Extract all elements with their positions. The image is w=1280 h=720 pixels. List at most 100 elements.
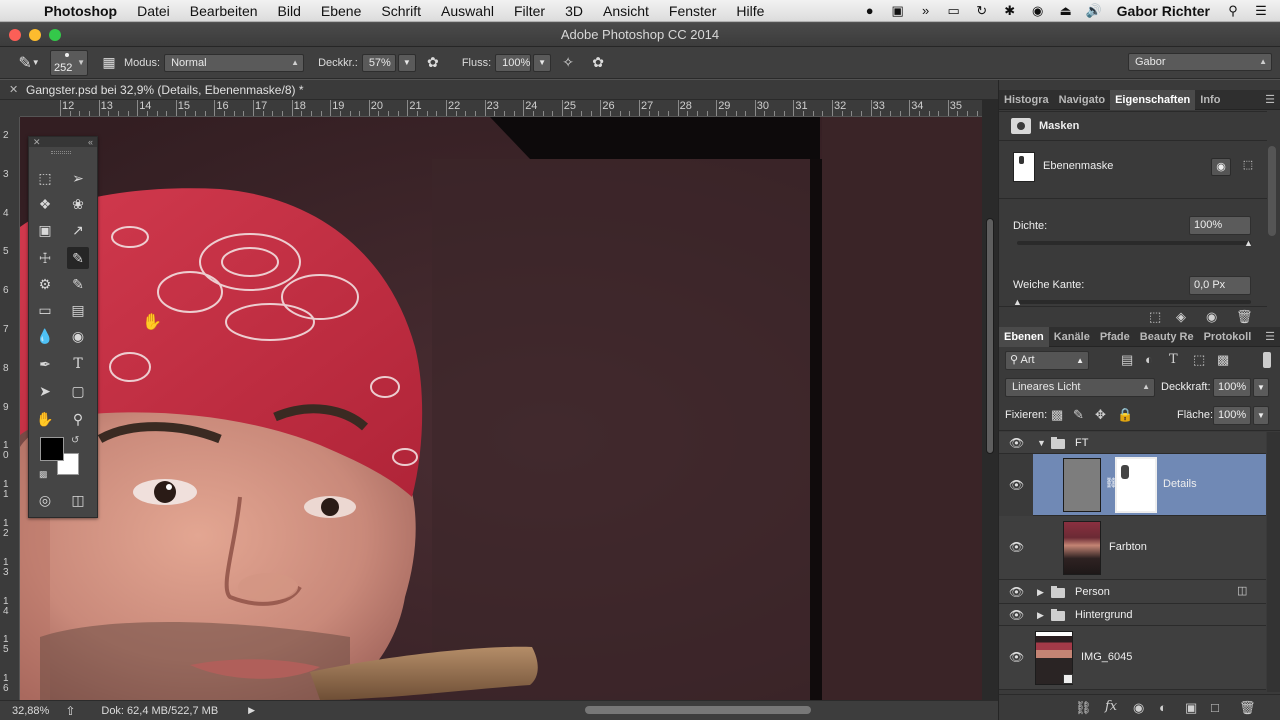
wifi-icon[interactable]: ◉ <box>1029 3 1047 19</box>
rectangle-tool-icon[interactable]: ▢ <box>67 380 89 402</box>
horizontal-ruler[interactable]: 12 13 14 15 16 17 18 19 20 21 22 23 24 25 26 27 28 29 30 31… <box>20 100 982 117</box>
menu-ebene[interactable]: Ebene <box>311 3 371 19</box>
collapse-toolbox-icon[interactable]: « <box>88 137 93 147</box>
tab-histogram[interactable]: Histogra <box>999 90 1054 110</box>
pressure-size-icon[interactable]: ✿ <box>587 52 609 74</box>
tab-navigator[interactable]: Navigato <box>1054 90 1110 110</box>
crop-tool-icon[interactable]: ▣ <box>34 219 56 241</box>
expand-group-icon[interactable]: ▶ <box>1037 587 1044 598</box>
visibility-eye-icon[interactable]: 👁 <box>1009 608 1024 622</box>
new-adjustment-layer-icon[interactable]: ◐ <box>1159 700 1167 715</box>
foreground-color-swatch[interactable] <box>40 437 64 461</box>
hand-tool-icon[interactable]: ✋ <box>34 408 56 430</box>
quick-selection-tool-icon[interactable]: ❀ <box>67 193 89 215</box>
tab-info[interactable]: Info <box>1195 90 1225 110</box>
new-group-icon[interactable]: ▣ <box>1185 700 1197 716</box>
layer-opacity-dropdown[interactable]: ▼ <box>1253 378 1269 397</box>
tab-beauty-retouch[interactable]: Beauty Re <box>1135 327 1199 347</box>
visibility-eye-icon[interactable]: 👁 <box>1009 436 1024 450</box>
menu-3d[interactable]: 3D <box>555 3 593 19</box>
mode-select[interactable]: Normal ▲ <box>164 53 305 72</box>
path-selection-tool-icon[interactable]: ➤ <box>34 380 56 402</box>
opacity-dropdown[interactable]: ▼ <box>397 53 416 72</box>
add-layer-mask-icon[interactable]: ◉ <box>1133 700 1144 716</box>
layer-row-ft[interactable]: 👁 ▼ FT <box>999 432 1266 454</box>
layer-row-hintergrund[interactable]: 👁 ▶ Hintergrund <box>999 604 1266 626</box>
layer-mask-thumbnail[interactable] <box>1013 152 1035 182</box>
layer-style-fx-icon[interactable]: fx <box>1105 699 1117 714</box>
layer-thumbnail[interactable] <box>1063 458 1101 512</box>
status-menu-arrow-icon[interactable]: ▶ <box>248 705 255 716</box>
gradient-tool-icon[interactable]: ▤ <box>67 299 89 321</box>
disable-mask-icon[interactable]: ◉ <box>1206 309 1217 325</box>
spotlight-search-icon[interactable]: ⚲ <box>1224 3 1242 19</box>
layers-panel-menu-icon[interactable]: ☰ <box>1265 330 1280 343</box>
document-canvas[interactable]: ✋ <box>20 117 982 700</box>
filter-smart-object-icon[interactable]: ▩ <box>1217 352 1229 368</box>
marquee-tool-icon[interactable]: ⬚ <box>34 167 56 189</box>
move-tool-icon[interactable]: ➢ <box>67 167 89 189</box>
filter-pixel-icon[interactable]: ▤ <box>1121 352 1133 368</box>
lock-pixels-icon[interactable]: ✎ <box>1073 407 1084 423</box>
visibility-eye-icon[interactable]: 👁 <box>1009 650 1024 664</box>
healing-brush-tool-icon[interactable]: ☩ <box>34 247 56 269</box>
brush-tool-preset-icon[interactable]: ✎ ▼ <box>10 52 48 74</box>
workspace-select[interactable]: Gabor ▲ <box>1128 53 1272 71</box>
link-layers-icon[interactable]: ⛓ <box>1075 700 1092 716</box>
layer-link-icon[interactable]: ◫ <box>1237 584 1247 597</box>
filter-toggle[interactable] <box>1263 352 1271 368</box>
tab-properties[interactable]: Eigenschaften <box>1110 89 1196 110</box>
filter-adjustment-icon[interactable]: ◐ <box>1145 352 1153 367</box>
zoom-tool-icon[interactable]: ⚲ <box>67 408 89 430</box>
lock-transparency-icon[interactable]: ▩ <box>1051 407 1063 423</box>
dodge-tool-icon[interactable]: ◉ <box>67 325 89 347</box>
toolbox-grip[interactable] <box>51 151 71 154</box>
add-vector-mask-button[interactable]: ⬚ <box>1239 158 1257 176</box>
horizontal-scroll-thumb[interactable] <box>585 706 811 714</box>
time-machine-icon[interactable]: ↻ <box>973 3 991 19</box>
close-document-icon[interactable]: ✕ <box>9 80 18 100</box>
type-tool-icon[interactable]: T <box>67 353 89 375</box>
brush-tool-icon[interactable]: ✎ <box>67 247 89 269</box>
delete-layer-icon[interactable]: 🗑 <box>1239 700 1256 716</box>
menu-bearbeiten[interactable]: Bearbeiten <box>180 3 268 19</box>
airbrush-icon[interactable]: ✧ <box>557 52 579 74</box>
incognito-hat-icon[interactable]: ● <box>861 3 879 18</box>
menu-filter[interactable]: Filter <box>504 3 555 19</box>
eyedropper-tool-icon[interactable]: ↗ <box>67 219 89 241</box>
lock-all-icon[interactable]: 🔒 <box>1117 407 1133 423</box>
properties-scrollbar[interactable] <box>1268 146 1276 236</box>
visibility-eye-icon[interactable]: 👁 <box>1009 540 1024 554</box>
menu-hilfe[interactable]: Hilfe <box>726 3 774 19</box>
layers-scrollbar[interactable] <box>1267 432 1280 692</box>
eraser-tool-icon[interactable]: ▭ <box>34 299 56 321</box>
visibility-eye-icon[interactable]: 👁 <box>1009 478 1024 492</box>
density-slider-handle[interactable]: ▲ <box>1244 238 1253 248</box>
history-brush-tool-icon[interactable]: ✎ <box>67 273 89 295</box>
swap-colors-icon[interactable]: ↺ <box>71 435 79 446</box>
layer-mask-thumbnail-icon[interactable] <box>1115 457 1157 513</box>
tab-layers[interactable]: Ebenen <box>999 326 1049 347</box>
menu-auswahl[interactable]: Auswahl <box>431 3 504 19</box>
camera-icon[interactable]: ▣ <box>889 3 907 19</box>
fill-field[interactable]: 100% <box>1213 406 1251 425</box>
canvas-vertical-scrollbar[interactable] <box>982 100 998 700</box>
brush-panel-toggle-icon[interactable]: ▦ <box>98 52 120 74</box>
layer-row-img-6045[interactable]: 👁 IMG_6045 <box>999 626 1266 690</box>
blur-tool-icon[interactable]: 💧 <box>34 325 56 347</box>
lasso-tool-icon[interactable]: ❖ <box>34 193 56 215</box>
menu-fenster[interactable]: Fenster <box>659 3 726 19</box>
menu-bild[interactable]: Bild <box>268 3 311 19</box>
properties-panel-menu-icon[interactable]: ☰ <box>1265 93 1280 106</box>
layer-filter-kind[interactable]: ⚲ Art ▲ <box>1005 351 1089 370</box>
menu-schrift[interactable]: Schrift <box>371 3 431 19</box>
zoom-level[interactable]: 32,88% <box>12 705 49 717</box>
close-window-button[interactable] <box>9 29 21 41</box>
minimize-window-button[interactable] <box>29 29 41 41</box>
expand-group-icon[interactable]: ▼ <box>1037 438 1046 448</box>
select-pixel-mask-button[interactable]: ◉ <box>1211 158 1231 176</box>
tab-history[interactable]: Protokoll <box>1199 327 1257 347</box>
density-field[interactable]: 100% <box>1189 216 1251 235</box>
menu-datei[interactable]: Datei <box>127 3 180 19</box>
density-slider[interactable] <box>1017 241 1251 245</box>
